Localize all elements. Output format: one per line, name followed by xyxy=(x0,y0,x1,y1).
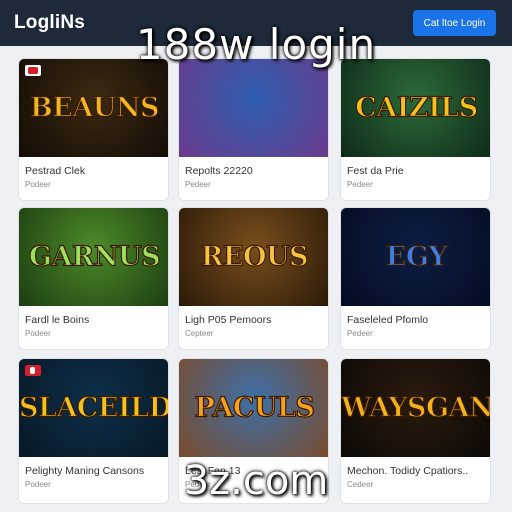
game-provider: Pedeer xyxy=(185,180,211,189)
game-thumbnail[interactable]: BEAUNS xyxy=(19,59,168,157)
game-card[interactable]: Repolts 22220 Pedeer xyxy=(178,58,329,201)
game-provider: Podeer xyxy=(25,329,51,338)
game-name: Ligh P05 Pemoors xyxy=(185,314,272,326)
game-provider: Pedeer xyxy=(347,329,373,338)
game-thumbnail[interactable]: GARNUS xyxy=(19,208,168,306)
game-title: EGY xyxy=(385,241,448,273)
game-thumbnail[interactable]: EGY xyxy=(341,208,490,306)
provider-badge-icon xyxy=(25,365,41,376)
game-title: SLACEILDS xyxy=(19,392,168,424)
game-thumbnail[interactable]: PACULS xyxy=(179,359,328,457)
game-provider: Pedeer xyxy=(347,180,373,189)
game-card[interactable]: REOUS Ligh P05 Pemoors Cepteer xyxy=(178,207,329,350)
game-thumbnail[interactable]: REOUS xyxy=(179,208,328,306)
game-card[interactable]: CAIZILS Fest da Prie Pedeer xyxy=(340,58,491,201)
game-card[interactable]: BEAUNS Pestrad Clek Podeer xyxy=(18,58,169,201)
overlay-title: 188w login xyxy=(135,20,377,69)
game-card[interactable]: GARNUS Fardl le Boins Podeer xyxy=(18,207,169,350)
game-title: PACULS xyxy=(194,392,316,424)
game-name: Faseleled Pfomlo xyxy=(347,314,429,326)
game-provider: Podeer xyxy=(25,180,51,189)
game-name: Repolts 22220 xyxy=(185,165,253,177)
overlay-footer: 3z.com xyxy=(183,458,329,504)
game-name: Fardl le Boins xyxy=(25,314,90,326)
game-title: BEAUNS xyxy=(29,92,160,124)
game-thumbnail[interactable]: CAIZILS xyxy=(341,59,490,157)
game-name: Fest da Prie xyxy=(347,165,404,177)
game-title: CAIZILS xyxy=(355,92,479,124)
game-thumbnail[interactable] xyxy=(179,59,328,157)
game-provider: Cepteer xyxy=(185,329,214,338)
game-title: WAYSGANS xyxy=(341,392,491,424)
game-thumbnail[interactable]: SLACEILDS xyxy=(19,359,168,457)
game-title: GARNUS xyxy=(28,241,161,273)
game-name: Pestrad Clek xyxy=(25,165,86,177)
game-card[interactable]: EGY Faseleled Pfomlo Pedeer xyxy=(340,207,491,350)
game-thumbnail[interactable]: WAYSGANS xyxy=(341,359,491,457)
game-title: REOUS xyxy=(200,241,309,273)
